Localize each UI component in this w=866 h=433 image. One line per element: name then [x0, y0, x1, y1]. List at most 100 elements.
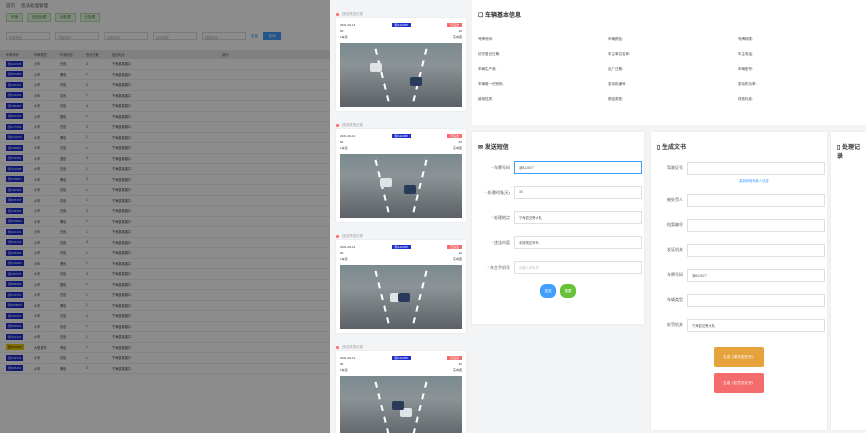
col-color[interactable]: 车身颜色	[60, 52, 86, 57]
gen-field-label: 被处罚人	[667, 197, 683, 202]
table-row[interactable]: 浙A79797 小车 白色 1 宁海县某路口	[0, 290, 330, 301]
reset-link[interactable]: 重置	[251, 34, 258, 39]
cell-address: 宁海县某路口	[112, 261, 132, 266]
table-row[interactable]: 浙C11223 小车 灰色 1 宁海县某路口	[0, 91, 330, 101]
table-row[interactable]: 浙B24242 小车 红色 3 宁海县某路口	[0, 238, 330, 248]
cell-address: 宁海县某路口	[112, 324, 132, 329]
table-row[interactable]: 浙A12345 小车 白色 3 宁海县某路口	[0, 59, 330, 70]
col-address[interactable]: 违法地点	[112, 52, 222, 57]
table-row[interactable]: 浙A35353 小车 白色 1 宁海县某路口	[0, 248, 330, 259]
capture-record[interactable]: 违法抓拍记录 2021-09-14 浙A12345 已违法 60 40 1车道 东向西	[336, 10, 466, 111]
table-row[interactable]: 浙A12121 小车 白色 1 宁海县某路口	[0, 332, 330, 343]
capture-card: 2021-09-14 浙A12345 已违法 60 40 1车道 东向西	[336, 240, 466, 333]
status-select[interactable]: 处理状态	[202, 32, 246, 40]
cell-type: 小车	[34, 135, 41, 140]
cell-count: 2	[86, 366, 88, 371]
sms-field-input[interactable]: 请输入手机号	[514, 261, 642, 274]
table-row[interactable]: 浙A12098 小车 白色 1 宁海县某路口	[0, 164, 330, 175]
table-row[interactable]: 浙A57575 小车 白色 2 宁海县某路口	[0, 269, 330, 280]
capture-record[interactable]: 违法抓拍记录 2021-09-14 浙A12345 已违法 60 40 1车道 东向西	[336, 343, 466, 433]
table-row[interactable]: 浙B02020 小车 灰色 1 宁海县某路口	[0, 322, 330, 332]
table-row[interactable]: 浙D80808 小车 黑色 1 宁海县某路口	[0, 301, 330, 311]
cell-type: 小车	[34, 83, 41, 88]
refetch-driver-link[interactable]: 重新获取驾驶人信息	[651, 178, 827, 183]
gen-field-input[interactable]: 宁海县交警大队	[687, 318, 825, 332]
search-button[interactable]: 查询	[263, 32, 281, 40]
table-row[interactable]: 浙A88990 小车 白色 4 宁海县某路口	[0, 101, 330, 112]
plate-badge: 浙B44556	[6, 155, 24, 162]
plate-filter-input[interactable]: 车牌号码	[6, 32, 50, 40]
table-row[interactable]: 浙A45454 小车 白色 2 宁海县某路口	[0, 206, 330, 217]
capture-limit: 40	[458, 362, 462, 366]
table-row[interactable]: 浙A77665 小车 白色 2 宁海县某路口	[0, 122, 330, 133]
capture-speed: 60	[340, 140, 344, 144]
col-plate[interactable]: 车牌号码	[6, 52, 34, 57]
capture-photo[interactable]	[340, 376, 462, 433]
record-dot-icon	[336, 234, 339, 238]
capture-photo[interactable]	[340, 43, 462, 107]
tab-vehicle[interactable]: 车辆	[6, 12, 23, 22]
cell-count: 1	[86, 166, 88, 171]
plate-badge: 浙B68686	[6, 281, 24, 288]
table-row[interactable]: 浙A99887 小车 白色 1 宁海县某路口	[0, 143, 330, 154]
table-row[interactable]: 浙B68686 小车 银色 1 宁海县某路口	[0, 280, 330, 290]
gen-field-input[interactable]: 浙B2J6Y7	[687, 268, 825, 282]
plate-badge: 浙B45454	[6, 365, 24, 372]
cell-address: 宁海县某路口	[112, 282, 132, 287]
table-row[interactable]: 浙B78787 小车 灰色 1 宁海县某路口	[0, 196, 330, 206]
capture-card: 2021-09-14 浙A12345 已违法 60 40 1车道 东向西	[336, 129, 466, 222]
table-row[interactable]: 浙B45454 小车 黑色 2 宁海县某路口	[0, 364, 330, 374]
gen-field-input[interactable]	[687, 293, 825, 307]
sms-field-input[interactable]: 30	[514, 186, 642, 199]
capture-photo[interactable]	[340, 154, 462, 218]
home-link[interactable]: 首页	[6, 3, 15, 9]
info-field-label: 车主单位名称:	[608, 52, 630, 56]
cell-type: 小车	[34, 156, 41, 161]
table-row[interactable]: 浙B44556 小车 蓝色 3 宁海县某路口	[0, 154, 330, 164]
tab-done[interactable]: 已处理	[79, 12, 100, 22]
table-row[interactable]: 浙D90909 小车 黑色 1 宁海县某路口	[0, 217, 330, 227]
table-row[interactable]: 浙C23232 大型货车 黄色 1 宁海县某路口	[0, 343, 330, 353]
table-row[interactable]: 浙A30303 小车 白色 1 宁海县某路口	[0, 185, 330, 196]
col-operation[interactable]: 操作	[222, 52, 302, 57]
table-row[interactable]: 浙B67890 小车 黑色 1 宁海县某路口	[0, 70, 330, 80]
reset-button[interactable]: 重置	[560, 284, 576, 298]
violation-type-select[interactable]: 违法类型	[153, 32, 197, 40]
start-date-input[interactable]: 开始时间	[55, 32, 99, 40]
end-date-input[interactable]: 结束时间	[104, 32, 148, 40]
cell-type: 小车	[34, 303, 41, 308]
table-row[interactable]: 浙C46464 小车 黑色 1 宁海县某路口	[0, 259, 330, 269]
col-type[interactable]: 车辆类型	[34, 52, 60, 57]
capture-card: 2021-09-14 浙A12345 已违法 60 40 1车道 东向西	[336, 18, 466, 111]
generate-decision-button[interactable]: 生成《处罚决定书》	[714, 373, 764, 393]
table-row[interactable]: 浙C55667 小车 黑色 2 宁海县某路口	[0, 175, 330, 185]
col-count[interactable]: 违法次数	[86, 52, 112, 57]
table-row[interactable]: 浙B22334 小车 银色 1 宁海县某路口	[0, 112, 330, 122]
send-button[interactable]: 发送	[540, 284, 556, 298]
sms-field-input[interactable]: 未按规定停车	[514, 236, 642, 249]
tab-pending[interactable]: 待处理	[55, 12, 76, 22]
plate-badge: 浙A99887	[6, 144, 24, 151]
sms-field-input[interactable]: 浙B2J6Y7	[514, 161, 642, 174]
gen-field-input[interactable]	[687, 193, 825, 207]
plate-badge: 浙A30303	[6, 186, 24, 193]
cell-count: 1	[86, 187, 88, 192]
sms-field-input[interactable]: 宁海县交警大队	[514, 211, 642, 224]
table-row[interactable]: 浙D33445 小车 黑色 1 宁海县某路口	[0, 133, 330, 143]
gen-field-input[interactable]	[687, 243, 825, 257]
capture-record[interactable]: 违法抓拍记录 2021-09-14 浙A12345 已违法 60 40 1车道 东向西	[336, 121, 466, 222]
table-row[interactable]: 浙A34343 小车 白色 1 宁海县某路口	[0, 353, 330, 364]
capture-record[interactable]: 违法抓拍记录 2021-09-14 浙A12345 已违法 60 40 1车道 东向西	[336, 232, 466, 333]
cell-address: 宁海县某路口	[112, 62, 132, 67]
generate-notice-button[interactable]: 生成《事先告知书》	[714, 347, 764, 367]
table-row[interactable]: 浙A91919 小车 白色 2 宁海县某路口	[0, 311, 330, 322]
cell-color: 黑色	[60, 366, 67, 371]
gen-field-input[interactable]	[687, 161, 825, 175]
plate-badge: 浙A12345	[6, 60, 24, 67]
gen-field-input[interactable]	[687, 218, 825, 232]
gen-field-label: 车牌号码	[667, 272, 683, 277]
tab-violation[interactable]: 违法处理	[27, 12, 51, 22]
table-row[interactable]: 浙A13131 小车 白色 1 宁海县某路口	[0, 227, 330, 238]
capture-photo[interactable]	[340, 265, 462, 329]
table-row[interactable]: 浙A54321 小车 白色 2 宁海县某路口	[0, 80, 330, 91]
